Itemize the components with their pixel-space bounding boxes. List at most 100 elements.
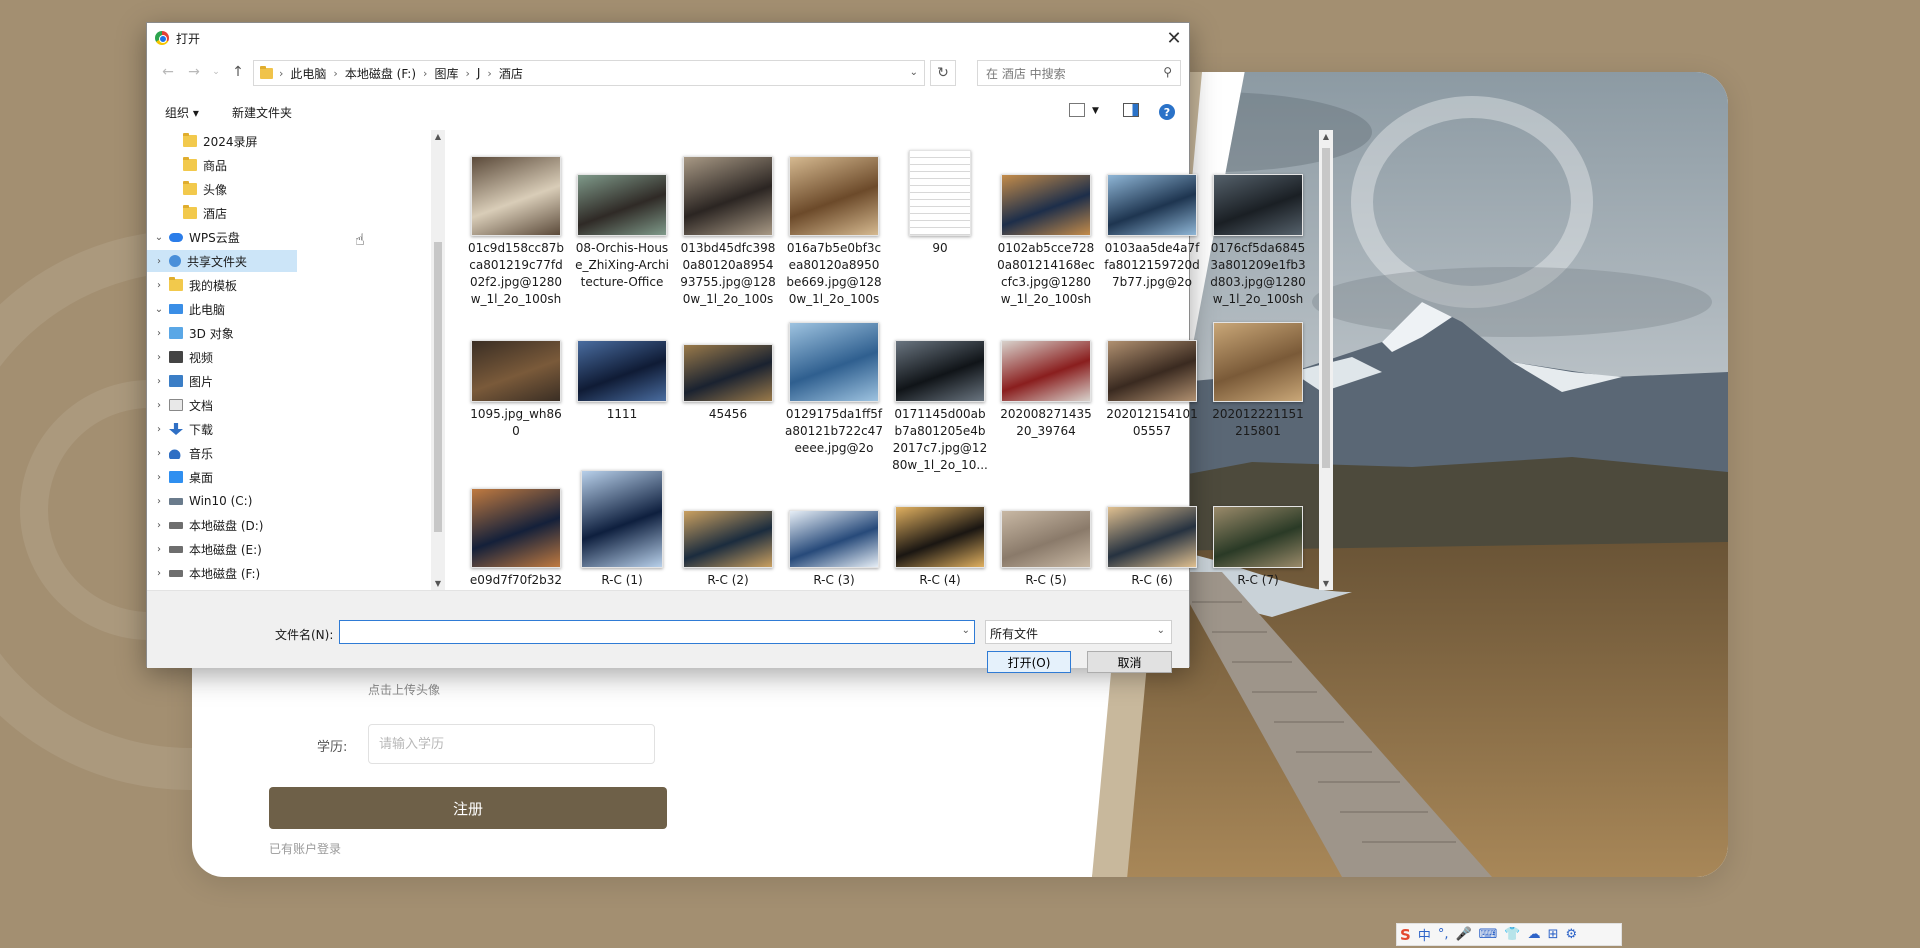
chevron-down-icon[interactable]: ⌄ — [962, 625, 970, 636]
file-item[interactable]: 016a7b5e0bf3cea80120a8950be669.jpg@1280w… — [785, 138, 883, 308]
file-item[interactable]: R-C (1) — [573, 470, 671, 589]
files-scrollbar[interactable]: ▲ ▼ — [1319, 130, 1333, 590]
tree-item[interactable]: ⌄ 此电脑 — [147, 298, 297, 320]
cancel-button[interactable]: 取消 — [1087, 651, 1172, 673]
sogou-logo-icon[interactable]: S — [1400, 926, 1411, 944]
breadcrumb-item[interactable]: 酒店 — [492, 65, 530, 82]
tree-item[interactable]: › Win10 (C:) — [147, 490, 297, 512]
chevron-right-icon[interactable]: › — [153, 472, 165, 483]
tree-item[interactable]: › 3D 对象 — [147, 322, 297, 344]
cloud-icon[interactable]: ☁ — [1528, 927, 1541, 942]
chevron-down-icon[interactable]: ⌄ — [910, 67, 918, 78]
chevron-right-icon[interactable]: › — [153, 400, 165, 411]
microphone-icon[interactable]: 🎤 — [1455, 927, 1471, 942]
tree-item[interactable]: 商品 — [147, 154, 297, 176]
open-button[interactable]: 打开(O) — [987, 651, 1071, 673]
tree-item[interactable]: › 文档 — [147, 394, 297, 416]
up-arrow-icon[interactable]: ↑ — [229, 63, 247, 81]
tree-item[interactable]: › 本地磁盘 (F:) — [147, 562, 297, 584]
tree-item[interactable]: 2024录屏 — [147, 130, 297, 152]
file-item[interactable]: 013bd45dfc3980a80120a895493755.jpg@1280w… — [679, 138, 777, 308]
search-input[interactable]: 在 酒店 中搜索 ⚲ — [977, 60, 1181, 86]
tree-item[interactable]: 头像 — [147, 178, 297, 200]
file-item[interactable]: 0102ab5cce7280a801214168eccfc3.jpg@1280w… — [997, 138, 1095, 308]
close-button[interactable]: ✕ — [1159, 23, 1189, 53]
tree-item[interactable]: ⌄ WPS云盘 — [147, 226, 297, 248]
address-bar[interactable]: › 此电脑 › 本地磁盘 (F:) › 图库 › J › 酒店 ⌄ — [253, 60, 925, 86]
settings-icon[interactable]: ⚙ — [1566, 927, 1578, 942]
chevron-right-icon[interactable]: › — [153, 256, 165, 267]
chevron-right-icon[interactable]: › — [153, 280, 165, 291]
file-item[interactable]: R-C (6) — [1103, 470, 1201, 589]
chevron-down-icon[interactable]: ⌄ — [153, 304, 165, 315]
tree-item[interactable]: › 我的模板 — [147, 274, 297, 296]
apps-grid-icon[interactable]: ⊞ — [1548, 927, 1559, 942]
file-item[interactable]: e09d7f70f2b32713bcdcbb780 — [467, 470, 565, 590]
chevron-right-icon[interactable]: › — [153, 496, 165, 507]
tree-item[interactable]: › 本地磁盘 (E:) — [147, 538, 297, 560]
scrollbar-thumb[interactable] — [434, 242, 442, 532]
file-item[interactable]: 1095.jpg_wh860 — [467, 304, 565, 440]
punctuation-icon[interactable]: °, — [1438, 927, 1449, 942]
scroll-down-icon[interactable]: ▼ — [1319, 579, 1333, 588]
tree-item[interactable]: 酒店 — [147, 202, 297, 224]
file-item[interactable]: 90 — [891, 138, 989, 257]
tree-item[interactable]: › 下载 — [147, 418, 297, 440]
scrollbar-thumb[interactable] — [1322, 148, 1330, 468]
chevron-right-icon[interactable]: › — [153, 544, 165, 555]
file-item[interactable]: R-C (2) — [679, 470, 777, 589]
chevron-down-icon[interactable]: ▼ — [1092, 106, 1099, 116]
chevron-down-icon[interactable]: ⌄ — [153, 232, 165, 243]
file-item[interactable]: R-C (3) — [785, 470, 883, 589]
forward-arrow-icon[interactable]: → — [185, 63, 203, 81]
file-item[interactable]: 202012221151215801 — [1209, 304, 1307, 440]
file-item[interactable]: 1111 — [573, 304, 671, 423]
scroll-up-icon[interactable]: ▲ — [431, 132, 445, 141]
chevron-right-icon[interactable]: › — [153, 568, 165, 579]
file-item[interactable]: 0129175da1ff5fa80121b722c47eeee.jpg@2o — [785, 304, 883, 457]
keyboard-icon[interactable]: ⌨ — [1479, 927, 1498, 942]
preview-pane-icon[interactable] — [1123, 103, 1139, 117]
file-item[interactable]: R-C (5) — [997, 470, 1095, 589]
chevron-right-icon[interactable]: › — [153, 520, 165, 531]
tree-scrollbar[interactable]: ▲ ▼ — [431, 130, 445, 590]
file-item[interactable]: 01c9d158cc87bca801219c77fd02f2.jpg@1280w… — [467, 138, 565, 308]
file-item[interactable]: 20200827143520_39764 — [997, 304, 1095, 440]
file-item[interactable]: 0176cf5da68453a801209e1fb3d803.jpg@1280w… — [1209, 138, 1307, 308]
file-item[interactable]: R-C (7) — [1209, 470, 1307, 589]
breadcrumb-item[interactable]: 此电脑 — [283, 65, 333, 82]
chevron-right-icon[interactable]: › — [153, 352, 165, 363]
tree-item[interactable]: › 共享文件夹 — [147, 250, 297, 272]
register-button[interactable]: 注册 — [269, 787, 667, 829]
file-item[interactable]: 08-Orchis-House_ZhiXing-Architecture-Off… — [573, 138, 671, 291]
chevron-right-icon[interactable]: › — [153, 448, 165, 459]
search-icon[interactable]: ⚲ — [1163, 65, 1172, 79]
breadcrumb-item[interactable]: 本地磁盘 (F:) — [338, 65, 423, 82]
file-item[interactable]: 45456 — [679, 304, 777, 423]
chevron-right-icon[interactable]: › — [153, 376, 165, 387]
back-arrow-icon[interactable]: ← — [159, 63, 177, 81]
breadcrumb-item[interactable]: J — [470, 66, 488, 80]
chevron-right-icon[interactable]: › — [153, 424, 165, 435]
filename-input[interactable]: ⌄ — [339, 620, 975, 644]
breadcrumb-item[interactable]: 图库 — [427, 65, 465, 82]
file-item[interactable]: 0103aa5de4a7ffa8012159720d7b77.jpg@2o — [1103, 138, 1201, 291]
avatar-upload-hint[interactable]: 点击上传头像 — [368, 681, 440, 698]
view-options-icon[interactable] — [1069, 103, 1085, 117]
ime-toolbar[interactable]: S 中 °, 🎤 ⌨ 👕 ☁ ⊞ ⚙ — [1396, 923, 1622, 946]
tree-item[interactable]: › 本地磁盘 (D:) — [147, 514, 297, 536]
tree-item[interactable]: › 视频 — [147, 346, 297, 368]
scroll-down-icon[interactable]: ▼ — [431, 579, 445, 588]
scroll-up-icon[interactable]: ▲ — [1319, 132, 1333, 141]
tree-item[interactable]: › 音乐 — [147, 442, 297, 464]
recent-dropdown-icon[interactable]: ⌄ — [207, 63, 225, 81]
help-icon[interactable]: ? — [1159, 104, 1175, 120]
file-item[interactable]: 20201215410105557 — [1103, 304, 1201, 440]
file-item[interactable]: 0171145d00abb7a801205e4b2017c7.jpg@1280w… — [891, 304, 989, 474]
organize-menu[interactable]: 组织 ▾ — [165, 104, 199, 121]
new-folder-button[interactable]: 新建文件夹 — [232, 104, 292, 121]
tree-item[interactable]: › 图片 — [147, 370, 297, 392]
education-input[interactable] — [368, 724, 655, 764]
chevron-right-icon[interactable]: › — [153, 328, 165, 339]
skin-icon[interactable]: 👕 — [1504, 927, 1520, 942]
